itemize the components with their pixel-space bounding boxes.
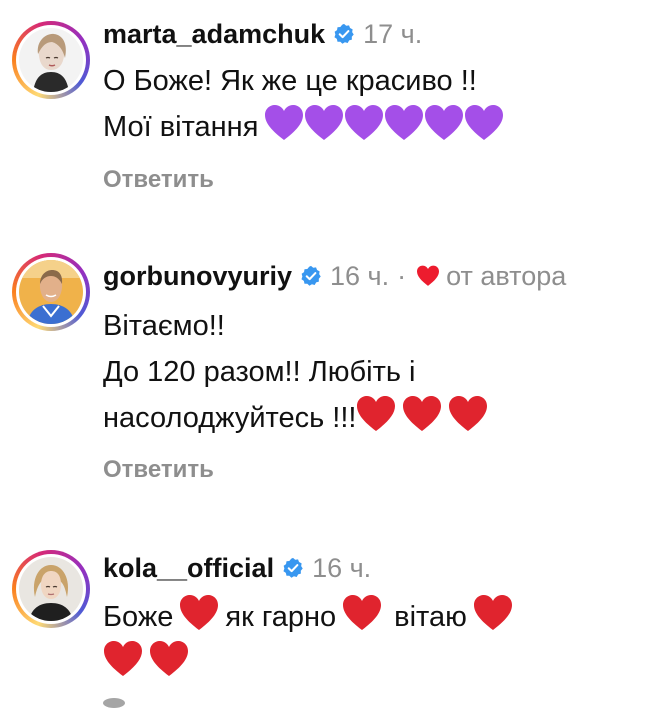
timestamp: 16 ч. [312, 552, 372, 583]
comment-line: насолоджуйтесь !!! [103, 395, 633, 441]
comment-line: До 120 разом!! Любіть і [103, 356, 416, 388]
purple-heart-icon [304, 104, 344, 142]
username[interactable]: marta_adamchuk [103, 19, 325, 50]
avatar [19, 28, 83, 92]
verified-badge-icon [300, 265, 322, 287]
comment-line: Вітаємо!! [103, 310, 225, 342]
comment-text-part: вітаю [394, 601, 467, 633]
purple-heart-icon [464, 104, 504, 142]
comment-text-part: Боже [103, 601, 174, 633]
red-heart-icon [179, 594, 219, 632]
comment-line-text: Мої вітання [103, 111, 259, 143]
username[interactable]: gorbunovyuriy [103, 261, 292, 292]
comment-line: О Боже! Як же це красиво !! [103, 65, 477, 97]
liked-by-author-heart-icon [417, 265, 440, 286]
comment-header: kola__official 16 ч. [103, 550, 371, 586]
avatar-story-ring[interactable] [12, 21, 90, 99]
reply-button-partial [103, 698, 125, 708]
separator-dot: · [397, 260, 407, 291]
purple-heart-icon [424, 104, 464, 142]
purple-heart-icon [264, 104, 304, 142]
verified-badge-icon [333, 23, 355, 45]
comment-header: gorbunovyuriy 16 ч. · от автора [103, 258, 566, 294]
liked-by-author-label: от автора [446, 260, 567, 291]
reply-button[interactable]: Ответить [103, 166, 214, 194]
avatar-story-ring[interactable] [12, 253, 90, 331]
avatar [19, 557, 83, 621]
red-heart-icon [356, 395, 396, 433]
comment-text: Вітаємо!! До 120 разом!! Любіть і насоло… [103, 303, 633, 441]
comment-text: Боже як гарно вітаю [103, 594, 633, 686]
timestamp: 16 ч. [330, 260, 390, 291]
comment-line-text: насолоджуйтесь !!! [103, 402, 357, 434]
comment-line: Мої вітання [103, 104, 633, 150]
purple-heart-icon [344, 104, 384, 142]
red-heart-icon [342, 594, 382, 632]
comment-line [103, 640, 633, 686]
red-heart-icon [448, 395, 488, 433]
red-heart-icon [402, 395, 442, 433]
red-heart-icon [473, 594, 513, 632]
avatar-story-ring[interactable] [12, 550, 90, 628]
avatar [19, 260, 83, 324]
username[interactable]: kola__official [103, 553, 274, 584]
verified-badge-icon [282, 557, 304, 579]
comment-text: О Боже! Як же це красиво !! Мої вітання [103, 58, 633, 150]
timestamp: 17 ч. [363, 18, 423, 49]
red-heart-icon [103, 640, 143, 678]
comment-line: Боже як гарно вітаю [103, 594, 633, 640]
comment-header: marta_adamchuk 17 ч. [103, 16, 422, 52]
red-heart-icon [149, 640, 189, 678]
comment-text-part: як гарно [225, 601, 337, 633]
reply-button[interactable]: Ответить [103, 456, 214, 484]
purple-heart-icon [384, 104, 424, 142]
